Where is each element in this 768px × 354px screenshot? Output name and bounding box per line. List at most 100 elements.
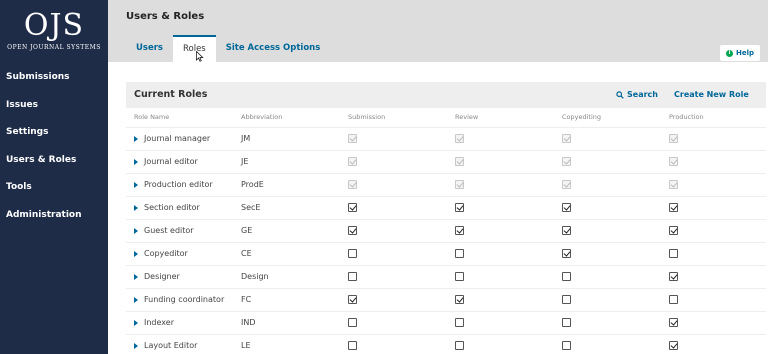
expand-arrow-icon[interactable] [134, 227, 138, 234]
tab-users[interactable]: Users [126, 35, 173, 62]
table-row: Guest editor GE [126, 218, 766, 242]
stage-cell-copyediting [554, 195, 661, 219]
expand-arrow-icon[interactable] [134, 181, 138, 188]
sidebar-item-users-roles[interactable]: Users & Roles [0, 147, 108, 175]
role-name-text: Section editor [144, 203, 200, 212]
role-name-cell: Copyeditor [126, 241, 233, 265]
checkbox-copyediting[interactable] [562, 341, 571, 351]
expand-arrow-icon[interactable] [134, 319, 138, 326]
role-name: Guest editor [134, 226, 233, 235]
help-button[interactable]: i Help [719, 45, 760, 61]
role-name: Journal editor [134, 157, 233, 166]
stage-cell-review [447, 333, 554, 354]
stage-cell-copyediting [554, 149, 661, 173]
sidebar-item-tools[interactable]: Tools [0, 174, 108, 202]
sidebar-item-settings[interactable]: Settings [0, 119, 108, 147]
role-abbreviation: LE [233, 333, 340, 354]
checkbox-production[interactable] [669, 226, 678, 235]
stage-cell-review [447, 149, 554, 173]
checkbox-copyediting[interactable] [562, 272, 571, 281]
sidebar-nav: Submissions Issues Settings Users & Roles To… [0, 64, 108, 230]
stage-cell-review [447, 126, 554, 150]
column-header: Copyediting [562, 113, 602, 122]
checkbox-review[interactable] [455, 341, 464, 351]
role-name-text: Journal editor [144, 157, 198, 166]
checkbox-submission[interactable] [348, 226, 357, 235]
checkbox-submission[interactable] [348, 272, 357, 281]
expand-arrow-icon[interactable] [134, 250, 138, 257]
role-name-cell: Layout Editor [126, 333, 233, 354]
role-abbreviation: JM [233, 126, 340, 150]
tab-roles[interactable]: Roles [172, 35, 216, 62]
column-header: Review [455, 113, 479, 122]
create-new-role-button[interactable]: Create New Role [674, 90, 749, 99]
sidebar-item-submissions[interactable]: Submissions [0, 64, 108, 92]
checkbox-submission[interactable] [348, 249, 357, 258]
checkbox-production[interactable] [669, 341, 678, 351]
table-header-row: Role Name Abbreviation Submission Review Cop… [126, 108, 766, 127]
role-name-cell: Journal manager [126, 126, 233, 150]
checkbox-review[interactable] [455, 226, 464, 235]
checkbox-production [669, 180, 678, 189]
tab-site-access-options[interactable]: Site Access Options [216, 35, 331, 62]
sidebar-item-issues[interactable]: Issues [0, 92, 108, 120]
checkbox-production[interactable] [669, 249, 678, 258]
search-button[interactable]: Search [616, 90, 658, 99]
sidebar-item-administration[interactable]: Administration [0, 202, 108, 230]
expand-arrow-icon[interactable] [134, 342, 138, 349]
stage-cell-copyediting [554, 241, 661, 265]
checkbox-review[interactable] [455, 249, 464, 258]
table-row: Journal manager JM [126, 126, 766, 150]
stage-cell-copyediting [554, 287, 661, 311]
checkbox-production[interactable] [669, 203, 678, 212]
role-name-cell: Section editor [126, 195, 233, 219]
logo-mark: OJS [23, 8, 85, 43]
column-header: Production [669, 113, 704, 122]
table-row: Funding coordinator FC [126, 287, 766, 311]
checkbox-copyediting [562, 180, 571, 189]
role-abbreviation: Design [233, 264, 340, 288]
checkbox-submission [348, 180, 357, 189]
stage-cell-submission [340, 195, 447, 219]
stage-cell-production [661, 241, 766, 265]
stage-cell-submission [340, 218, 447, 242]
role-abbreviation: FC [233, 287, 340, 311]
checkbox-copyediting [562, 134, 571, 143]
checkbox-submission[interactable] [348, 203, 357, 212]
checkbox-review [455, 157, 464, 166]
stage-cell-production [661, 172, 766, 196]
ojs-logo[interactable]: OJS OPEN JOURNAL SYSTEMS [0, 0, 108, 62]
checkbox-copyediting[interactable] [562, 203, 571, 212]
checkbox-production[interactable] [669, 272, 678, 281]
checkbox-copyediting[interactable] [562, 295, 571, 304]
role-name-cell: Designer [126, 264, 233, 288]
checkbox-copyediting[interactable] [562, 318, 571, 327]
checkbox-copyediting[interactable] [562, 226, 571, 235]
checkbox-submission[interactable] [348, 295, 357, 304]
stage-cell-submission [340, 310, 447, 334]
search-label: Search [627, 90, 658, 99]
checkbox-review[interactable] [455, 295, 464, 304]
expand-arrow-icon[interactable] [134, 273, 138, 280]
expand-arrow-icon[interactable] [134, 296, 138, 303]
role-abbreviation: IND [233, 310, 340, 334]
checkbox-submission[interactable] [348, 318, 357, 327]
role-name-text: Layout Editor [144, 341, 198, 351]
stage-cell-copyediting [554, 310, 661, 334]
panel-header: Current Roles Search Create New Role [126, 82, 766, 108]
search-icon [616, 90, 624, 99]
stage-cell-production [661, 126, 766, 150]
checkbox-review[interactable] [455, 272, 464, 281]
checkbox-production[interactable] [669, 318, 678, 327]
role-name: Section editor [134, 203, 233, 212]
checkbox-submission[interactable] [348, 341, 357, 351]
checkbox-production[interactable] [669, 295, 678, 304]
stage-cell-submission [340, 126, 447, 150]
expand-arrow-icon[interactable] [134, 135, 138, 142]
checkbox-review[interactable] [455, 203, 464, 212]
expand-arrow-icon[interactable] [134, 158, 138, 165]
stage-cell-production [661, 195, 766, 219]
checkbox-copyediting[interactable] [562, 249, 571, 258]
expand-arrow-icon[interactable] [134, 204, 138, 211]
checkbox-review[interactable] [455, 318, 464, 327]
